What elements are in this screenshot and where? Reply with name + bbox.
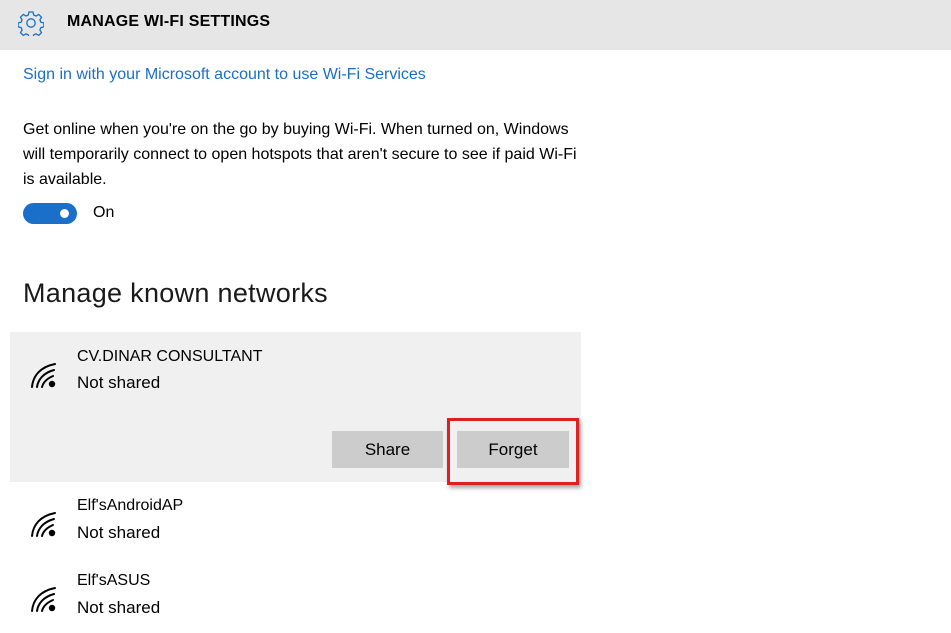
toggle-state-label: On [93, 204, 115, 221]
network-name[interactable]: Elf'sASUS [77, 572, 150, 590]
gear-icon[interactable] [18, 10, 44, 36]
network-name[interactable]: Elf'sAndroidAP [77, 497, 183, 515]
wifi-icon [31, 363, 56, 388]
share-button[interactable]: Share [332, 431, 443, 468]
network-status: Not shared [77, 598, 161, 617]
network-status: Not shared [77, 373, 161, 392]
header-bar: MANAGE WI-FI SETTINGS [0, 0, 951, 50]
wifi-icon [31, 512, 56, 537]
network-name: CV.DINAR CONSULTANT [77, 348, 263, 365]
paid-wifi-description: Get online when you're on the go by buyi… [23, 121, 577, 188]
section-title: Manage known networks [23, 278, 328, 308]
signin-link[interactable]: Sign in with your Microsoft account to u… [23, 66, 426, 84]
paid-wifi-toggle[interactable] [23, 203, 77, 224]
wifi-icon [31, 587, 56, 612]
forget-highlight-box [447, 418, 579, 485]
network-status: Not shared [77, 523, 161, 542]
toggle-knob [60, 209, 69, 218]
page-title: MANAGE WI-FI SETTINGS [67, 13, 271, 30]
